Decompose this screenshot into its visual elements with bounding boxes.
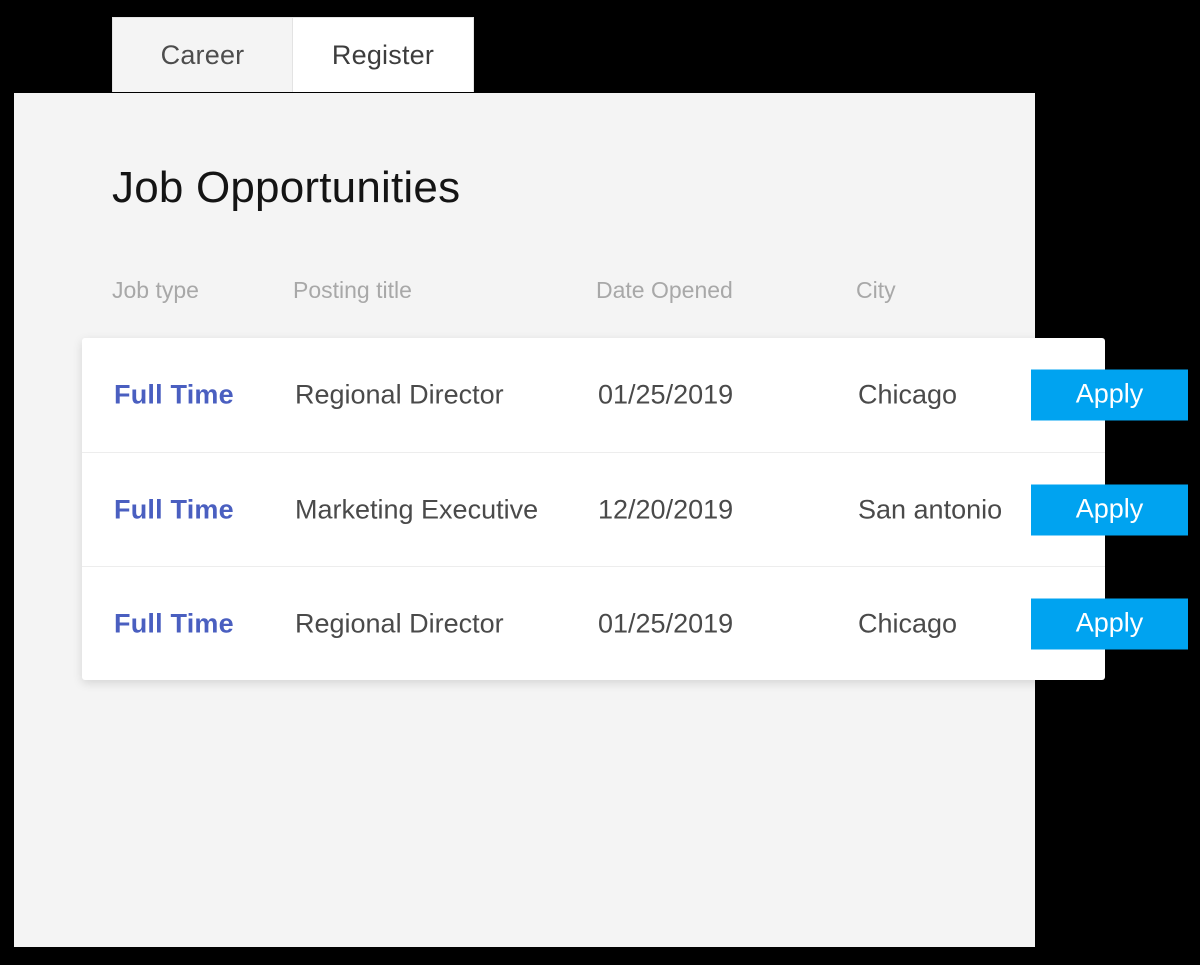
job-list-card: Full Time Regional Director 01/25/2019 C… bbox=[82, 338, 1105, 680]
cell-job-type: Full Time bbox=[114, 496, 234, 523]
column-header-city: City bbox=[856, 279, 896, 302]
screen-root: Career Register Job Opportunities Job ty… bbox=[0, 0, 1200, 965]
tab-career[interactable]: Career bbox=[112, 17, 292, 92]
column-header-posting-title: Posting title bbox=[293, 279, 412, 302]
table-header-row: Job type Posting title Date Opened City bbox=[112, 279, 1022, 319]
column-header-job-type: Job type bbox=[112, 279, 199, 302]
table-row: Full Time Regional Director 01/25/2019 C… bbox=[82, 338, 1105, 452]
cell-posting-title: Regional Director bbox=[295, 610, 504, 637]
cell-posting-title: Marketing Executive bbox=[295, 496, 538, 523]
apply-button[interactable]: Apply bbox=[1031, 598, 1188, 649]
cell-date-opened: 12/20/2019 bbox=[598, 496, 733, 523]
cell-posting-title: Regional Director bbox=[295, 382, 504, 409]
cell-city: Chicago bbox=[858, 610, 957, 637]
cell-date-opened: 01/25/2019 bbox=[598, 610, 733, 637]
tab-career-label: Career bbox=[161, 42, 245, 69]
tab-register[interactable]: Register bbox=[292, 17, 474, 92]
apply-button[interactable]: Apply bbox=[1031, 484, 1188, 535]
table-row: Full Time Regional Director 01/25/2019 C… bbox=[82, 566, 1105, 680]
column-header-date-opened: Date Opened bbox=[596, 279, 733, 302]
cell-date-opened: 01/25/2019 bbox=[598, 382, 733, 409]
cell-job-type: Full Time bbox=[114, 610, 234, 637]
tab-register-label: Register bbox=[332, 42, 434, 69]
table-row: Full Time Marketing Executive 12/20/2019… bbox=[82, 452, 1105, 566]
cell-city: San antonio bbox=[858, 496, 1002, 523]
page-title: Job Opportunities bbox=[112, 163, 460, 213]
tab-bar: Career Register bbox=[112, 17, 474, 92]
cell-job-type: Full Time bbox=[114, 382, 234, 409]
cell-city: Chicago bbox=[858, 382, 957, 409]
apply-button[interactable]: Apply bbox=[1031, 370, 1188, 421]
